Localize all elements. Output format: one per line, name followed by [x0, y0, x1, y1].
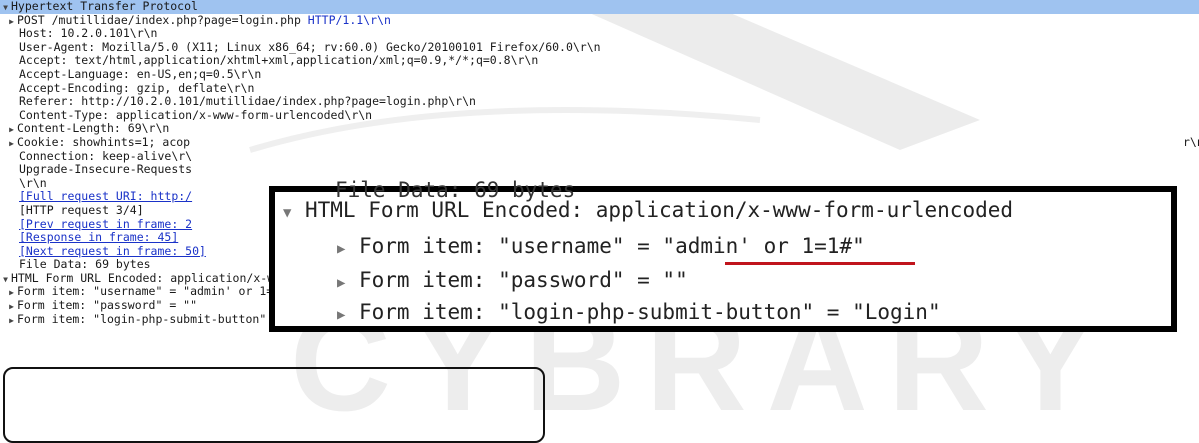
collapsed-triangle-icon[interactable]: ▶ [6, 123, 17, 137]
tree-row-upgrade-insecure[interactable]: Upgrade-Insecure-Requests [0, 162, 1199, 177]
tree-row-content-length[interactable]: ▶ Content-Length: 69\r\n [0, 122, 1199, 136]
tree-row-header-host[interactable]: Host: 10.2.0.101\r\n [0, 26, 1199, 41]
zoom-row-submit: ▶ Form item: "login-php-submit-button" = … [337, 300, 941, 324]
tree-row-cookie[interactable]: ▶Cookie: showhints=1; acopr\n [0, 135, 1199, 151]
collapsed-triangle-icon[interactable]: ▶ [6, 314, 17, 328]
full-uri-link[interactable]: [Full request URI: http:/ [19, 189, 192, 204]
tree-row-header-content-type[interactable]: Content-Type: application/x-www-form-url… [0, 108, 1199, 123]
tree-row-header-accept-language[interactable]: Accept-Language: en-US,en;q=0.5\r\n [0, 67, 1199, 82]
injection-underline [725, 262, 915, 265]
zoom-row-form-root: ▼ HTML Form URL Encoded: application/x-ww… [283, 198, 1014, 222]
prev-request-link[interactable]: [Prev request in frame: 2 [19, 217, 192, 231]
tree-row-header-referer[interactable]: Referer: http://10.2.0.101/mutillidae/in… [0, 94, 1199, 109]
collapsed-triangle-icon[interactable]: ▶ [6, 286, 17, 300]
tree-row-http-root[interactable]: ▼ Hypertext Transfer Protocol [0, 0, 1199, 14]
collapsed-triangle-icon: ▶ [337, 307, 346, 323]
zoom-row-password: ▶ Form item: "password" = "" [337, 268, 688, 292]
tree-row-header-accept-encoding[interactable]: Accept-Encoding: gzip, deflate\r\n [0, 81, 1199, 96]
tree-row-header-accept[interactable]: Accept: text/html,application/xhtml+xml,… [0, 54, 1199, 68]
tree-row-request-line[interactable]: ▶ POST /mutillidae/index.php?page=login.p… [0, 13, 1199, 29]
form-section-highlight-box [3, 367, 545, 443]
expanded-triangle-icon[interactable]: ▼ [0, 273, 11, 287]
collapsed-triangle-icon: ▶ [337, 241, 346, 257]
next-request-link[interactable]: [Next request in frame: 50] [19, 244, 206, 258]
collapsed-triangle-icon[interactable]: ▶ [6, 15, 17, 29]
collapsed-triangle-icon: ▶ [337, 275, 346, 291]
zoom-row-username: ▶ Form item: "username" = "admin' or 1=1#… [337, 234, 865, 258]
zoom-callout: File Data: 69 bytes ▼ HTML Form URL Encod… [269, 178, 1177, 332]
tree-row-connection[interactable]: Connection: keep-alive\r\ [0, 149, 1199, 164]
response-link[interactable]: [Response in frame: 45] [19, 230, 178, 244]
collapsed-triangle-icon[interactable]: ▶ [6, 300, 17, 314]
sql-injection-value: admin' or 1=1# [675, 234, 853, 258]
expanded-triangle-icon[interactable]: ▼ [0, 1, 11, 15]
tree-row-header-user-agent[interactable]: User-Agent: Mozilla/5.0 (X11; Linux x86_… [0, 40, 1199, 55]
expanded-triangle-icon: ▼ [283, 205, 292, 221]
collapsed-triangle-icon[interactable]: ▶ [6, 137, 17, 151]
